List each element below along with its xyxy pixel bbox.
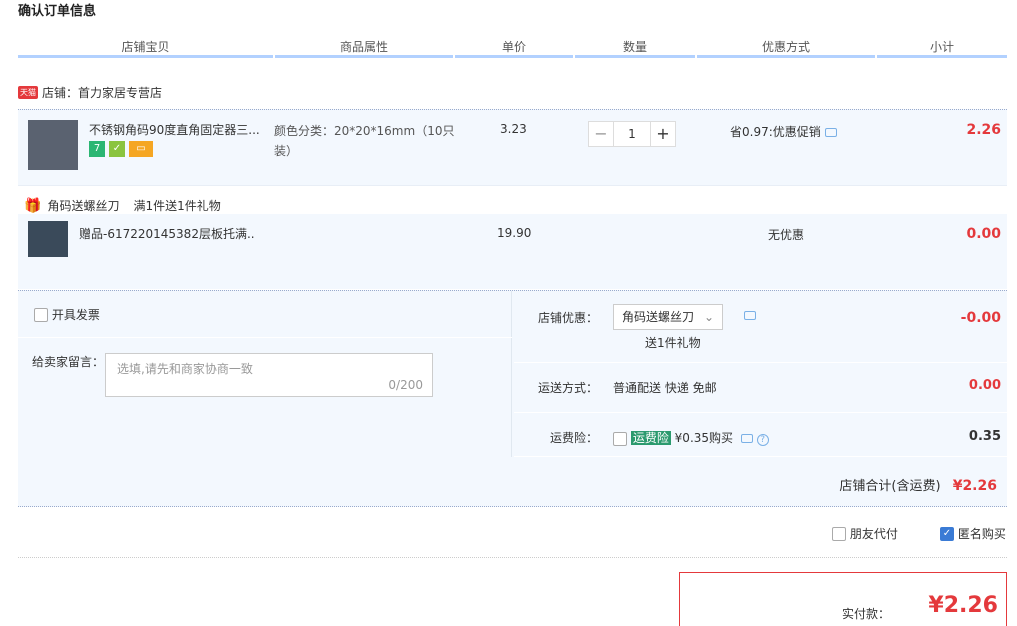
message-count: 0/200 [388,378,423,392]
message-input[interactable]: 选填,请先和商家协商一致 0/200 [105,353,433,397]
gift-icon: 🎁 [24,197,42,214]
anonymous-label: 匿名购买 [957,527,1006,541]
anonymous-option[interactable]: ✓ 匿名购买 [940,525,1006,542]
col-item: 店铺宝贝 [18,36,273,58]
promo-label: 省0.97:优惠促销 [730,125,821,139]
shop-total-label: 店铺合计(含运费) [839,479,941,494]
gift-subtotal: 0.00 [966,226,1001,242]
insurance-label: 运费险： [550,431,599,445]
insurance-text: ¥0.35购买 [674,431,734,445]
table-header: 店铺宝贝 商品属性 单价 数量 优惠方式 小计 [18,36,1007,58]
shop-discount-label: 店铺优惠： [538,311,599,325]
col-subtotal: 小计 [877,36,1007,58]
shop-total: 店铺合计(含运费) ¥2.26 [839,475,997,494]
gift-desc: 满1件送1件礼物 [133,199,221,213]
shipping-label: 运送方式： [538,381,599,395]
col-qty: 数量 [575,36,695,58]
shop-discount-amount: -0.00 [960,310,1001,326]
card-icon: ▭ [129,141,153,157]
help-icon[interactable]: ? [756,434,769,446]
tmall-badge: 天猫 [18,86,38,99]
shop-discount-row: 店铺优惠： 角码送螺丝刀 ⌄ 送1件礼物 -0.00 [514,291,1007,363]
insurance-row: 运费险： 运费险 ¥0.35购买 ? 0.35 [514,413,1007,457]
shipping-amount: 0.00 [968,378,1001,393]
unit-price: 3.23 [500,122,527,136]
order-options: 开具发票 给卖家留言： 选填,请先和商家协商一致 0/200 店铺优惠： 角码送… [18,290,1007,507]
shop-discount-value: 角码送螺丝刀 [622,310,695,324]
col-attr: 商品属性 [275,36,453,58]
gift-promo: 无优惠 [768,228,805,242]
page-title: 确认订单信息 [18,4,97,19]
friend-pay-option[interactable]: 朋友代付 [832,525,898,542]
left-panel: 开具发票 给卖家留言： 选填,请先和商家协商一致 0/200 [18,291,512,457]
friend-pay-checkbox[interactable] [832,526,846,541]
message-placeholder: 选填,请先和商家协商一致 [117,362,253,376]
order-item: 不锈钢角码90度直角固定器三... 7 ✓ ▭ 颜色分类：20*20*16mm（… [18,109,1007,186]
qty-plus-button[interactable]: + [650,121,676,147]
product-attr: 颜色分类：20*20*16mm（10只装） [274,124,455,158]
anonymous-checkbox[interactable]: ✓ [940,526,954,541]
invoice-option[interactable]: 开具发票 [34,306,100,323]
message-label: 给卖家留言： [32,355,105,369]
seven-day-icon: 7 [89,141,105,157]
shipping-row: 运送方式： 普通配送 快递 免邮 0.00 [514,363,1007,413]
shop-name[interactable]: 店铺：首力家居专营店 [42,84,162,101]
product-name[interactable]: 不锈钢角码90度直角固定器三... [89,121,264,138]
service-icons: 7 ✓ ▭ [89,141,153,157]
shop-info: 天猫 店铺：首力家居专营店 [18,84,162,101]
insurance-amount: 0.35 [968,429,1001,444]
invoice-label: 开具发票 [51,308,100,322]
pay-summary: 实付款： ¥2.26 [679,572,1007,626]
gift-title: 角码送螺丝刀 [47,199,120,213]
shipping-value: 普通配送 快递 免邮 [613,381,717,395]
checkout-options: 朋友代付 ✓ 匿名购买 [18,518,1007,558]
insurance-checkbox[interactable] [613,431,627,446]
pay-label: 实付款： [842,607,891,621]
gift-item: 赠品-617220145382层板托满... 19.90 无优惠 0.00 [18,214,1007,289]
col-price: 单价 [455,36,573,58]
gift-name[interactable]: 赠品-617220145382层板托满... [79,225,254,242]
gift-price: 19.90 [497,226,532,240]
item-subtotal: 2.26 [966,122,1001,138]
promo-text: 省0.97:优惠促销 [730,123,837,140]
gift-thumbnail[interactable] [28,221,68,257]
invoice-checkbox[interactable] [34,307,48,322]
chevron-down-icon: ⌄ [703,310,714,324]
shop-discount-select[interactable]: 角码送螺丝刀 ⌄ [613,304,723,330]
insurance-tag: 运费险 [630,431,671,445]
shop-total-amount: ¥2.26 [952,478,997,494]
col-promo: 优惠方式 [697,36,875,58]
product-thumbnail[interactable] [28,120,78,170]
chat-icon[interactable] [740,434,753,443]
qty-input[interactable]: 1 [614,121,650,147]
pay-amount: ¥2.26 [928,593,998,618]
shop-discount-note: 送1件礼物 [645,336,701,350]
quantity-stepper: − 1 + [588,121,676,147]
chat-icon[interactable] [744,311,756,320]
chat-icon[interactable] [824,128,837,137]
insurance-option[interactable]: 运费险 ¥0.35购买 ? [613,429,769,446]
qty-minus-button[interactable]: − [588,121,614,147]
guarantee-icon: ✓ [109,141,125,157]
friend-pay-label: 朋友代付 [849,527,898,541]
gift-header: 🎁 角码送螺丝刀 满1件送1件礼物 [24,197,221,214]
